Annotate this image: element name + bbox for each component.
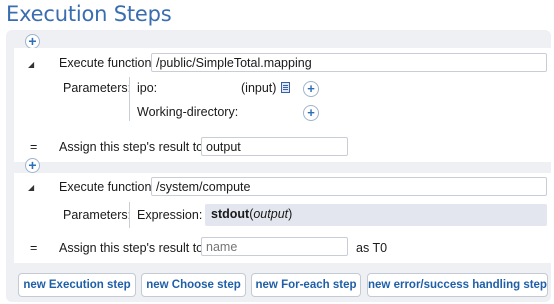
new-error-success-handling-step-button[interactable]: new error/success handling step [367,273,548,297]
parameters-divider [129,77,130,121]
page-title: Execution Steps [6,2,172,26]
assign-result-input[interactable] [201,237,348,256]
collapse-triangle-icon[interactable]: ◢ [28,60,34,69]
assign-label: Assign this step's result to [59,140,204,154]
expression-function: stdout [211,207,250,221]
parameters-divider [129,202,130,228]
assign-equals-symbol: = [30,140,38,154]
execution-step-2: ◢ Execute function /system/compute Param… [14,173,551,263]
expression-editor[interactable]: stdout(output) [205,204,547,226]
mapping-file-icon[interactable] [281,82,290,93]
collapse-triangle-icon[interactable]: ◢ [28,183,34,192]
param-working-directory-add-button[interactable]: + [303,105,319,121]
param-ipo-label: ipo: [137,81,158,95]
new-execution-step-button[interactable]: new Execution step [18,273,136,297]
assign-result-input[interactable]: output [201,137,348,156]
assign-suffix-label: as T0 [356,241,388,255]
execution-step-1: ◢ Execute function /public/SimpleTotal.m… [14,48,551,162]
add-step-button-top[interactable]: + [25,34,40,49]
new-for-each-step-button[interactable]: new For-each step [251,273,361,297]
param-ipo-add-button[interactable]: + [303,81,319,97]
assign-label: Assign this step's result to [59,241,204,255]
param-expression-label: Expression: [137,208,203,222]
execute-function-label: Execute function [59,180,152,194]
function-path-input[interactable]: /public/SimpleTotal.mapping [151,53,547,72]
new-choose-step-button[interactable]: new Choose step [141,273,246,297]
assign-equals-symbol: = [30,241,38,255]
add-step-button-middle[interactable]: + [25,158,40,173]
execute-function-label: Execute function [59,56,152,70]
param-working-directory-label: Working-directory: [137,105,239,119]
param-ipo-value: (input) [241,81,277,95]
parameters-label: Parameters: [63,81,132,95]
expression-argument: output [253,207,289,221]
function-path-input[interactable]: /system/compute [151,177,547,196]
parameters-label: Parameters: [63,208,132,222]
expression-close-paren: ) [288,207,293,221]
